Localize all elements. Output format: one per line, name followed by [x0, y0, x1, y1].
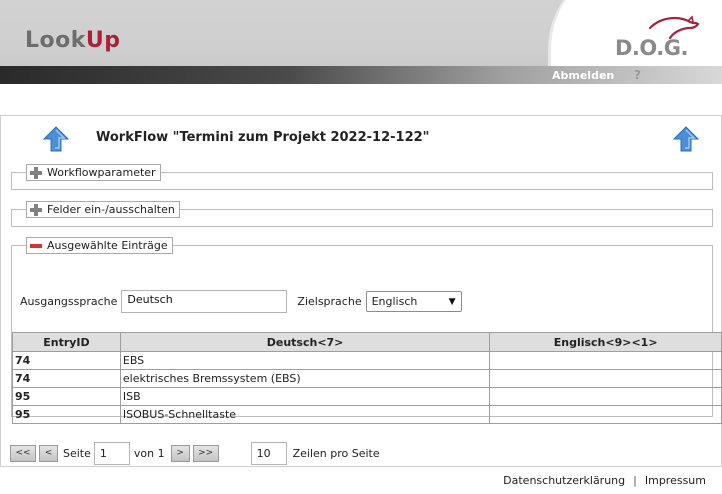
page-title: WorkFlow "Termini zum Projekt 2022-12-12…	[96, 130, 430, 145]
next-page-button[interactable]: >	[170, 444, 190, 462]
expand-plus-icon	[30, 203, 42, 216]
page-label: Seite	[63, 446, 91, 460]
up-arrow-icon[interactable]	[673, 126, 699, 152]
column-header-englisch[interactable]: Englisch<9><1>	[489, 332, 722, 352]
englisch-cell[interactable]	[489, 387, 722, 406]
table-row[interactable]: 95 ISOBUS-Schnelltaste	[12, 405, 722, 424]
englisch-cell[interactable]	[489, 405, 722, 424]
fields-toggle-section: Felder ein-/ausschalten	[11, 201, 713, 227]
logout-link[interactable]: Abmelden	[552, 69, 614, 82]
collapse-minus-icon	[30, 243, 42, 248]
language-row: Ausgangssprache Deutsch Zielsprache Engl…	[20, 290, 462, 313]
logo-text-up: Up	[85, 28, 121, 53]
entry-id-cell: 95	[12, 387, 121, 406]
section-label: Workflowparameter	[47, 166, 156, 179]
entries-table: EntryID Deutsch<7> Englisch<9><1> 74 EBS…	[12, 332, 722, 424]
last-page-button[interactable]: >>	[192, 444, 219, 462]
column-header-deutsch[interactable]: Deutsch<7>	[119, 332, 491, 352]
englisch-cell[interactable]	[489, 369, 722, 388]
table-row[interactable]: 74 elektrisches Bremssystem (EBS)	[12, 369, 722, 388]
fields-toggle-toggle[interactable]: Felder ein-/ausschalten	[26, 201, 180, 218]
help-icon[interactable]: ?	[634, 68, 641, 82]
pagination-bar: << < Seite 1 von 1 > >> 10 Zeilen pro Se…	[10, 441, 380, 465]
deutsch-cell[interactable]: ISOBUS-Schnelltaste	[119, 405, 491, 424]
source-language-input[interactable]: Deutsch	[121, 290, 288, 313]
deutsch-cell[interactable]: EBS	[119, 351, 491, 370]
company-logo-text: D.O.G.	[615, 36, 689, 60]
workflow-params-toggle[interactable]: Workflowparameter	[26, 164, 161, 181]
workflow-params-section: Workflowparameter	[11, 164, 713, 190]
lookup-logo[interactable]: LookUp	[25, 28, 121, 53]
column-header-entryid[interactable]: EntryID	[12, 332, 121, 352]
first-page-button[interactable]: <<	[10, 444, 36, 462]
source-language-label: Ausgangssprache	[20, 295, 118, 308]
entry-id-cell: 74	[12, 351, 121, 370]
footer-separator: |	[633, 474, 637, 487]
englisch-cell[interactable]	[489, 351, 722, 370]
chevron-down-icon: ▼	[448, 296, 456, 307]
expand-plus-icon	[30, 166, 42, 179]
rows-per-page-input[interactable]: 10	[250, 441, 287, 465]
page-number-input[interactable]: 1	[93, 441, 130, 465]
rows-per-page-label: Zeilen pro Seite	[292, 446, 380, 460]
target-language-value: Englisch	[371, 295, 418, 308]
deutsch-cell[interactable]: elektrisches Bremssystem (EBS)	[119, 369, 491, 388]
section-label: Ausgewählte Einträge	[47, 239, 168, 252]
prev-page-button[interactable]: <	[39, 444, 58, 462]
up-arrow-icon[interactable]	[43, 126, 69, 152]
imprint-link[interactable]: Impressum	[645, 474, 706, 487]
selected-entries-section: Ausgewählte Einträge Ausgangssprache Deu…	[11, 237, 722, 424]
section-label: Felder ein-/ausschalten	[47, 203, 175, 216]
logo-text-look: Look	[25, 28, 86, 53]
table-header-row: EntryID Deutsch<7> Englisch<9><1>	[12, 332, 722, 352]
table-row[interactable]: 95 ISB	[12, 387, 722, 406]
target-language-select[interactable]: Englisch ▼	[365, 291, 462, 312]
entry-id-cell: 74	[12, 369, 121, 388]
target-language-label: Zielsprache	[297, 295, 362, 308]
app-header: LookUp D.O.G. Abmelden ?	[0, 0, 722, 84]
page-count-label: von 1	[133, 446, 165, 460]
workflow-panel: WorkFlow "Termini zum Projekt 2022-12-12…	[0, 115, 722, 467]
selected-entries-toggle[interactable]: Ausgewählte Einträge	[26, 237, 173, 254]
footer: Datenschutzerklärung | Impressum	[503, 474, 706, 487]
deutsch-cell[interactable]: ISB	[119, 387, 491, 406]
privacy-link[interactable]: Datenschutzerklärung	[503, 474, 625, 487]
table-row[interactable]: 74 EBS	[12, 351, 722, 370]
entry-id-cell: 95	[12, 405, 121, 424]
